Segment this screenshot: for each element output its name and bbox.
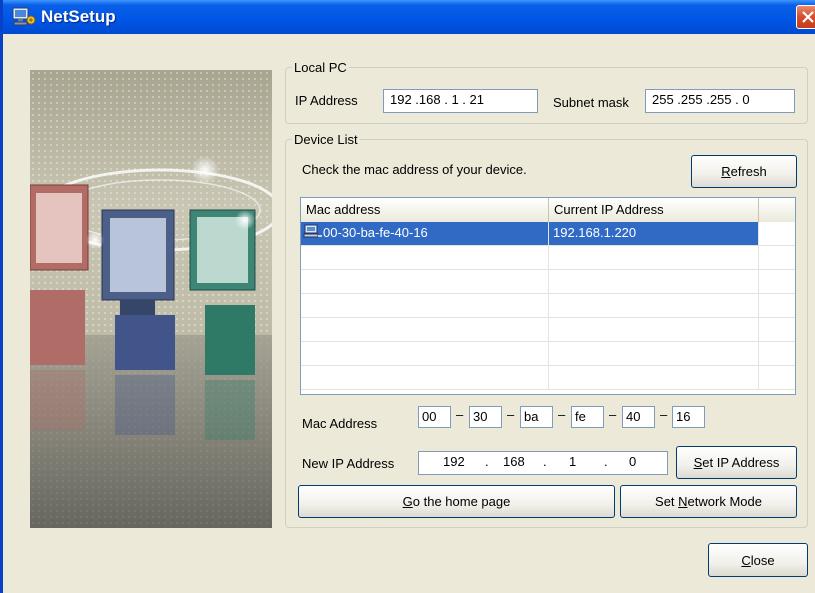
empty-row	[301, 270, 795, 294]
network-setup-icon	[12, 7, 36, 26]
mac-octet-1[interactable]: 00	[418, 406, 451, 428]
column-empty	[759, 198, 795, 222]
local-pc-legend: Local PC	[294, 60, 347, 75]
column-mac-address[interactable]: Mac address	[301, 198, 549, 222]
home-mnemonic: G	[402, 494, 413, 509]
mac-separator: –	[456, 407, 464, 422]
netsetup-window: NetSetup Local PC IP Address 192 .168 . …	[0, 0, 815, 593]
empty-row	[301, 318, 795, 342]
empty-row	[301, 294, 795, 318]
new-ip-field[interactable]: 192 . 168 . 1 . 0	[418, 451, 668, 475]
mode-prefix: Set	[655, 494, 679, 509]
close-mnemonic: C	[741, 552, 751, 568]
mac-octet-4[interactable]: fe	[571, 406, 604, 428]
row-ip-cell: 192.168.1.220	[549, 222, 759, 245]
empty-row	[301, 366, 795, 390]
mac-octet-2[interactable]: 30	[469, 406, 502, 428]
table-row[interactable]: 00-30-ba-fe-40-16 192.168.1.220	[301, 222, 795, 246]
ip-address-label: IP Address	[295, 93, 358, 108]
new-ip-octet-2: 168	[503, 454, 525, 469]
device-list-legend: Device List	[294, 132, 358, 147]
ip-dot: .	[604, 454, 608, 469]
window-title: NetSetup	[41, 7, 116, 26]
new-ip-label: New IP Address	[302, 456, 395, 471]
row-mac-cell: 00-30-ba-fe-40-16	[301, 222, 549, 245]
ip-dot: .	[485, 454, 489, 469]
set-network-mode-button[interactable]: Set Network Mode	[620, 485, 797, 518]
set-ip-address-button[interactable]: Set IP Address	[676, 446, 797, 479]
close-button[interactable]: Close	[708, 543, 808, 577]
subnet-mask-label: Subnet mask	[553, 95, 629, 110]
title-close-button[interactable]	[796, 5, 815, 29]
column-current-ip[interactable]: Current IP Address	[549, 198, 759, 222]
refresh-button[interactable]: Refresh	[691, 155, 797, 188]
device-list-view[interactable]: Mac address Current IP Address 00-30-ba-…	[300, 197, 796, 395]
refresh-label: efresh	[730, 164, 767, 179]
mac-octet-3[interactable]: ba	[520, 406, 553, 428]
subnet-mask-field[interactable]: 255 .255 .255 . 0	[645, 89, 795, 113]
device-hint-text: Check the mac address of your device.	[302, 162, 527, 177]
row-empty-cell	[759, 222, 795, 245]
mac-separator: –	[660, 407, 668, 422]
empty-row	[301, 246, 795, 270]
close-icon	[802, 11, 814, 23]
set-ip-mnemonic: S	[693, 455, 703, 470]
ip-dot: .	[543, 454, 547, 469]
home-label: o the home page	[412, 494, 511, 509]
refresh-mnemonic: R	[721, 164, 731, 179]
new-ip-octet-3: 1	[569, 454, 577, 469]
new-ip-octet-1: 192	[443, 454, 465, 469]
mac-octet-5[interactable]: 40	[622, 406, 655, 428]
mac-address-label: Mac Address	[302, 416, 378, 431]
go-home-page-button[interactable]: Go the home page	[298, 485, 615, 518]
decorative-network-image	[30, 70, 272, 528]
list-header: Mac address Current IP Address	[301, 198, 795, 223]
mac-separator: –	[609, 407, 617, 422]
local-ip-field[interactable]: 192 .168 . 1 . 21	[383, 89, 538, 113]
mode-mnemonic: N	[678, 494, 688, 509]
monitors-illustration	[30, 156, 272, 528]
set-ip-label: et IP Address	[702, 455, 780, 470]
mac-octet-6[interactable]: 16	[672, 406, 705, 428]
mac-separator: –	[507, 407, 515, 422]
row-mac-value: 00-30-ba-fe-40-16	[323, 225, 428, 240]
mac-separator: –	[558, 407, 566, 422]
empty-row	[301, 342, 795, 366]
close-label: lose	[750, 552, 775, 568]
new-ip-octet-4: 0	[629, 454, 637, 469]
network-computer-icon	[303, 224, 322, 238]
mode-label: etwork Mode	[687, 494, 762, 509]
title-bar[interactable]: NetSetup	[3, 0, 815, 34]
